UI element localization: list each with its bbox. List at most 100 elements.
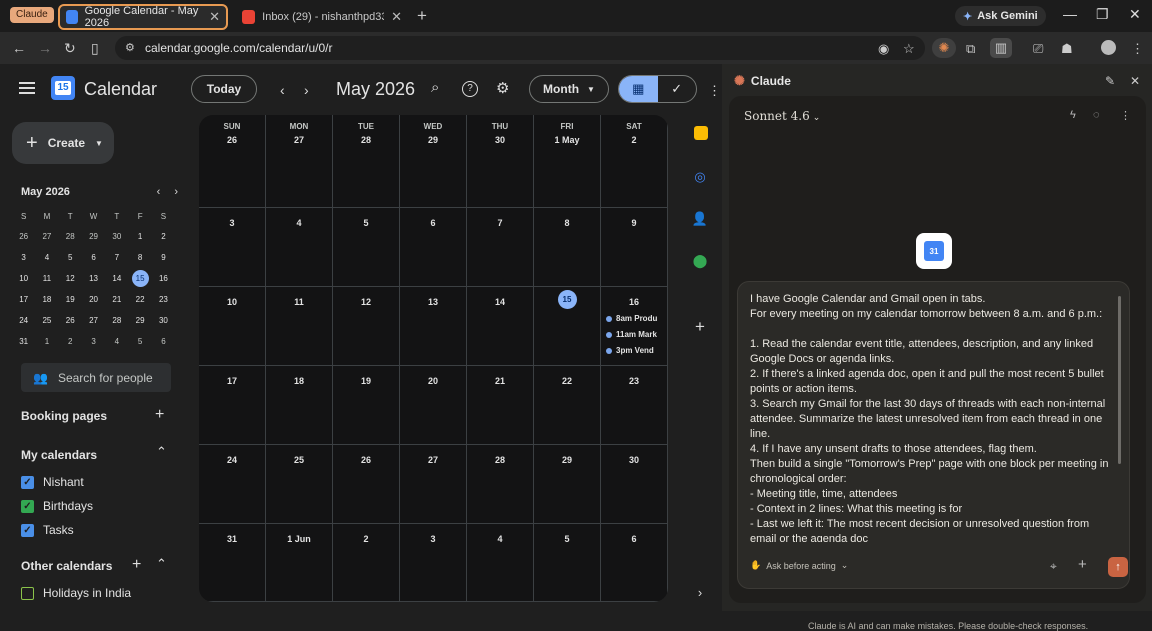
mini-day[interactable]: 28 (59, 226, 82, 247)
prev-period-icon[interactable]: ‹ (280, 82, 285, 98)
mini-day[interactable]: 14 (105, 268, 128, 289)
day-cell[interactable]: 2 (333, 524, 400, 602)
day-number[interactable]: 20 (400, 376, 466, 386)
day-cell[interactable]: 1 Jun (266, 524, 333, 602)
day-cell[interactable]: 6 (601, 524, 668, 602)
calendar-item-holidays[interactable]: Holidays in India (21, 586, 131, 600)
pin-icon[interactable]: ✎ (1105, 74, 1115, 88)
day-cell[interactable]: 4 (266, 208, 333, 287)
maximize-icon[interactable]: ❐ (1096, 6, 1109, 23)
tab-gmail[interactable]: Inbox (29) - nishanthpd33@gm ✕ (234, 4, 410, 30)
mini-day[interactable]: 4 (35, 247, 58, 268)
mini-day[interactable]: 8 (128, 247, 151, 268)
day-cell[interactable]: FRI 1 May (534, 115, 601, 208)
mini-day[interactable]: 11 (35, 268, 58, 289)
day-cell[interactable]: 23 (601, 366, 668, 445)
day-number[interactable]: 6 (400, 218, 466, 228)
claude-tab-group-label[interactable]: Claude (10, 7, 54, 23)
day-cell[interactable]: SUN 26 (199, 115, 266, 208)
day-number[interactable]: 30 (467, 135, 533, 145)
new-chat-icon[interactable]: ◌ (1093, 109, 1100, 121)
day-cell[interactable]: 15 (534, 287, 601, 366)
mini-day[interactable]: 28 (105, 310, 128, 331)
checkbox-checked-icon[interactable]: ✓ (21, 475, 34, 489)
day-cell[interactable]: TUE 28 (333, 115, 400, 208)
mini-day[interactable]: 23 (152, 289, 175, 310)
day-number[interactable]: 8 (534, 218, 600, 228)
mini-day[interactable]: 25 (35, 310, 58, 331)
settings-gear-icon[interactable]: ⚙ (496, 79, 509, 97)
day-cell[interactable]: 4 (467, 524, 534, 602)
day-number[interactable]: 11 (266, 297, 332, 307)
close-icon[interactable]: ✕ (209, 9, 220, 25)
expand-side-panel-icon[interactable]: › (690, 582, 710, 602)
maps-icon[interactable]: ⬤ (690, 251, 710, 271)
add-other-calendar-icon[interactable]: + (132, 556, 141, 574)
mini-day[interactable]: 7 (105, 247, 128, 268)
mini-day[interactable]: 22 (128, 289, 151, 310)
today-button[interactable]: Today (191, 75, 257, 103)
day-number[interactable]: 21 (467, 376, 533, 386)
my-calendars-heading[interactable]: My calendars (21, 448, 97, 462)
day-cell[interactable]: 22 (534, 366, 601, 445)
prompt-input[interactable]: I have Google Calendar and Gmail open in… (737, 281, 1130, 589)
cursor-tool-icon[interactable]: ⌖ (1050, 559, 1057, 574)
close-icon[interactable]: ✕ (391, 9, 402, 25)
contacts-icon[interactable]: 👤 (690, 209, 710, 229)
day-number[interactable]: 5 (534, 534, 600, 544)
mini-prev-icon[interactable]: ‹ (157, 186, 161, 198)
eye-icon[interactable]: ◉ (878, 41, 889, 57)
mini-day[interactable]: 3 (82, 331, 105, 352)
send-button[interactable]: ↑ (1108, 557, 1128, 577)
checkbox-checked-icon[interactable]: ✓ (21, 499, 34, 513)
day-cell[interactable]: 24 (199, 445, 266, 524)
day-cell[interactable]: 28 (467, 445, 534, 524)
mini-day[interactable]: 2 (152, 226, 175, 247)
checkbox-unchecked-icon[interactable] (21, 586, 34, 600)
day-number[interactable]: 22 (534, 376, 600, 386)
cast-icon[interactable]: ⎚ (1033, 41, 1043, 57)
mini-day[interactable]: 13 (82, 268, 105, 289)
close-window-icon[interactable]: ✕ (1129, 6, 1141, 23)
extensions-icon[interactable]: ⧉ (966, 41, 975, 57)
day-number[interactable]: 17 (199, 376, 265, 386)
url-input[interactable]: ⚙ calendar.google.com/calendar/u/0/r (115, 36, 925, 60)
mini-day[interactable]: 16 (152, 268, 175, 289)
calendar-view-icon[interactable]: ▦ (619, 76, 658, 102)
forward-icon[interactable]: → (38, 40, 52, 56)
reload-icon[interactable]: ↻ (64, 40, 76, 57)
more-options-icon[interactable]: ⋮ (1120, 109, 1131, 122)
day-cell[interactable]: 16 8am Produ 11am Mark 3pm Vend (601, 287, 668, 366)
day-number[interactable]: 23 (601, 376, 667, 386)
day-number[interactable]: 30 (601, 455, 667, 465)
lightning-icon[interactable]: ϟ (1070, 109, 1076, 121)
mini-next-icon[interactable]: › (174, 186, 178, 198)
day-number[interactable]: 24 (199, 455, 265, 465)
day-cell[interactable]: WED 29 (400, 115, 467, 208)
site-info-icon[interactable]: ⚙ (125, 41, 135, 54)
mini-day[interactable]: 3 (12, 247, 35, 268)
scrollbar[interactable] (1118, 296, 1121, 464)
day-number[interactable]: 19 (333, 376, 399, 386)
day-cell[interactable]: 3 (400, 524, 467, 602)
split-view-icon[interactable]: ▯ (91, 40, 99, 57)
day-cell[interactable]: 3 (199, 208, 266, 287)
day-number[interactable]: 7 (467, 218, 533, 228)
mini-day[interactable]: 19 (59, 289, 82, 310)
mini-day[interactable]: 26 (59, 310, 82, 331)
mini-day[interactable]: 29 (82, 226, 105, 247)
next-period-icon[interactable]: › (304, 82, 309, 98)
day-cell[interactable]: 26 (333, 445, 400, 524)
mini-day[interactable]: 5 (59, 247, 82, 268)
model-selector[interactable]: Sonnet 4.6 ⌄ (744, 109, 820, 123)
help-icon[interactable]: ? (462, 81, 478, 97)
day-number[interactable]: 6 (601, 534, 667, 544)
more-menu-icon[interactable]: ⋮ (1131, 41, 1144, 57)
checkbox-checked-icon[interactable]: ✓ (21, 523, 34, 537)
collapse-chevron-icon[interactable]: ⌃ (156, 444, 167, 460)
day-number[interactable]: 2 (601, 135, 667, 145)
mini-day-today[interactable]: 15 (128, 268, 151, 289)
day-cell[interactable]: 21 (467, 366, 534, 445)
mini-day[interactable]: 1 (35, 331, 58, 352)
day-number[interactable]: 2 (333, 534, 399, 544)
